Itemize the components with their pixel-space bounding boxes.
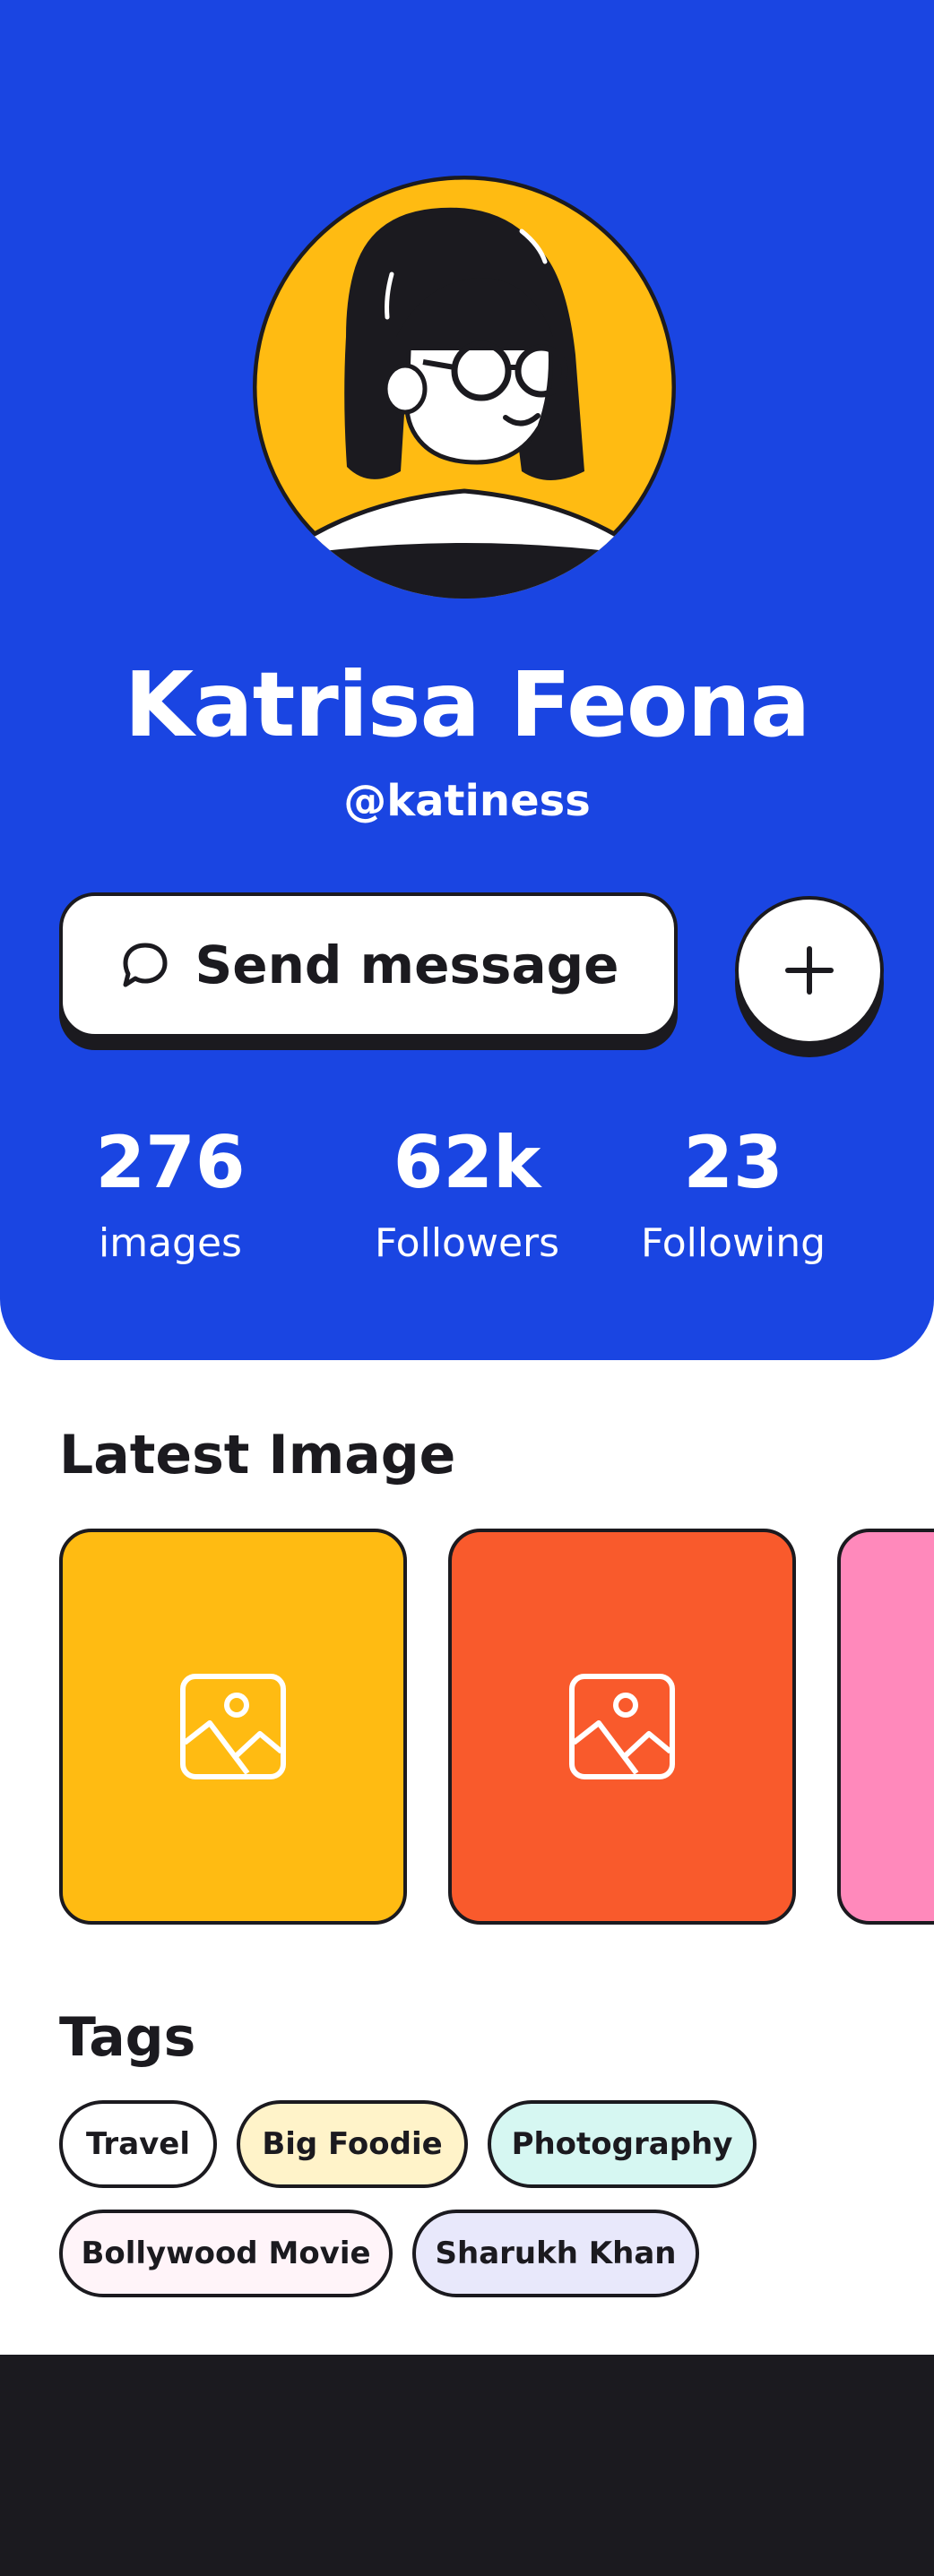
add-button[interactable] xyxy=(735,896,884,1045)
profile-page: Katrisa Feona @katiness Send message 276… xyxy=(0,0,934,2355)
stat-following[interactable]: 23 Following xyxy=(599,1120,868,1271)
tag-travel[interactable]: Travel xyxy=(59,2100,217,2188)
stat-label: Followers xyxy=(374,1220,560,1266)
stat-value: 23 xyxy=(683,1121,783,1204)
plus-icon xyxy=(785,946,834,995)
stat-followers[interactable]: 62k Followers xyxy=(333,1120,601,1271)
stat-label: images xyxy=(99,1220,242,1266)
send-message-label: Send message xyxy=(195,935,619,995)
image-icon xyxy=(180,1674,286,1779)
profile-handle: @katiness xyxy=(343,776,591,826)
tags-title: Tags xyxy=(59,2006,196,2069)
latest-image-title: Latest Image xyxy=(59,1424,456,1486)
stat-images: 276 images xyxy=(36,1120,305,1271)
stat-label: Following xyxy=(640,1220,826,1266)
stat-value: 62k xyxy=(393,1121,541,1204)
tag-photography[interactable]: Photography xyxy=(488,2100,757,2188)
tag-big-foodie[interactable]: Big Foodie xyxy=(237,2100,468,2188)
profile-name: Katrisa Feona xyxy=(124,652,811,757)
avatar-illustration xyxy=(253,176,676,599)
send-message-button[interactable]: Send message xyxy=(59,892,678,1038)
chat-bubble-icon xyxy=(118,938,172,992)
image-card[interactable] xyxy=(59,1529,407,1925)
profile-header: Katrisa Feona @katiness Send message 276… xyxy=(0,0,934,1360)
image-icon xyxy=(569,1674,675,1779)
tag-bollywood-movie[interactable]: Bollywood Movie xyxy=(59,2210,393,2297)
avatar xyxy=(253,176,676,599)
image-card[interactable] xyxy=(837,1529,934,1925)
image-card[interactable] xyxy=(448,1529,796,1925)
stat-value: 276 xyxy=(95,1121,246,1204)
tag-sharukh-khan[interactable]: Sharukh Khan xyxy=(412,2210,699,2297)
